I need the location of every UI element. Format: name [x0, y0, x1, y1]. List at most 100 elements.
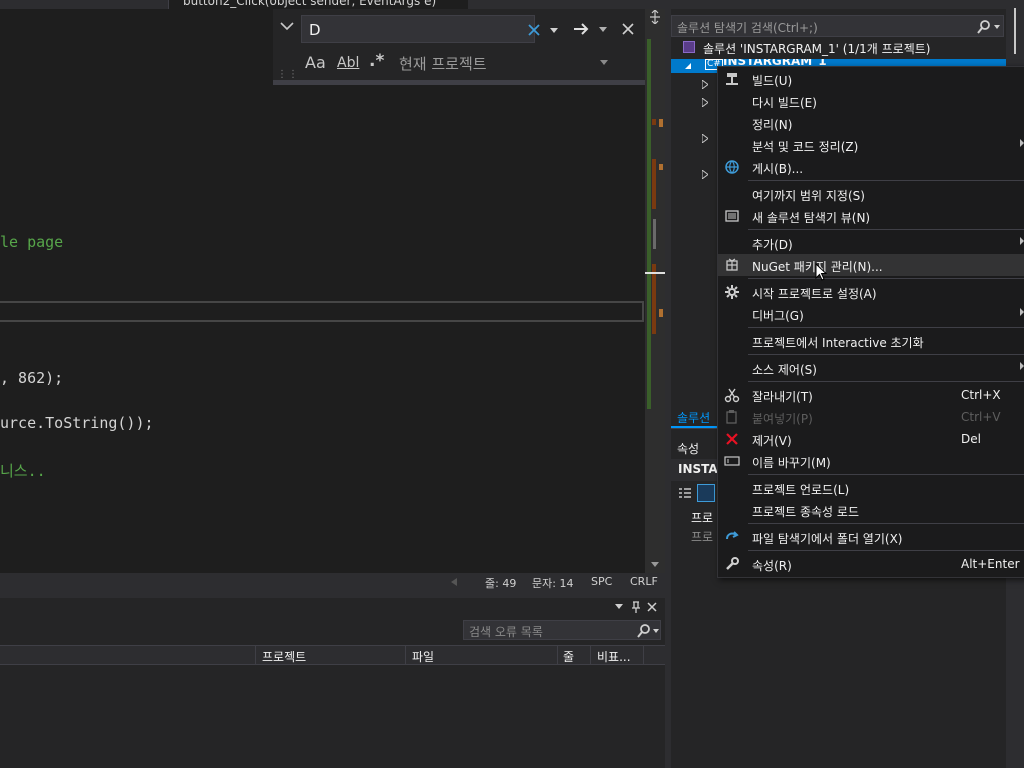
- menu-item-label: 다시 빌드(E): [752, 96, 817, 110]
- menu-item-rebuild[interactable]: 다시 빌드(E): [718, 90, 1024, 112]
- solution-explorer-tab[interactable]: 솔루션: [671, 406, 717, 428]
- collapsed-arrow-icon[interactable]: [702, 134, 708, 143]
- menu-item-shortcut: Ctrl+V: [961, 410, 1001, 424]
- close-panel-icon[interactable]: [647, 602, 657, 612]
- menu-item-init-interactive[interactable]: 프로젝트에서 Interactive 초기화: [718, 330, 1024, 352]
- pin-icon[interactable]: [631, 601, 641, 613]
- menu-separator: [748, 381, 1024, 382]
- menu-separator: [748, 523, 1024, 524]
- clear-search-icon[interactable]: [528, 24, 540, 36]
- whole-word-toggle[interactable]: Abl: [337, 55, 359, 71]
- menu-item-label: 이름 바꾸기(M): [752, 456, 831, 470]
- find-input[interactable]: D: [301, 15, 558, 43]
- menu-item-debug[interactable]: 디버그(G): [718, 303, 1024, 325]
- column-project[interactable]: 프로젝트: [262, 648, 306, 665]
- column-divider[interactable]: [405, 646, 406, 665]
- solution-search-input[interactable]: 솔루션 탐색기 검색(Ctrl+;): [671, 15, 1004, 37]
- whitespace-indicator[interactable]: SPC: [591, 575, 612, 588]
- find-next-icon[interactable]: [573, 22, 589, 36]
- solution-search-placeholder: 솔루션 탐색기 검색(Ctrl+;): [677, 21, 818, 35]
- find-query-text: D: [309, 21, 321, 39]
- paste-icon: [724, 409, 740, 425]
- menu-item-label: 프로젝트 언로드(L): [752, 483, 850, 497]
- editor-vertical-scrollbar[interactable]: [645, 9, 665, 575]
- menu-item-analyze[interactable]: 분석 및 코드 정리(Z): [718, 134, 1024, 156]
- chevron-down-icon[interactable]: [280, 21, 294, 31]
- project-context-menu: 빌드(U) 다시 빌드(E) 정리(N) 분석 및 코드 정리(Z) 게시(B)…: [717, 66, 1024, 578]
- menu-item-build[interactable]: 빌드(U): [718, 68, 1024, 90]
- expanded-arrow-icon[interactable]: [685, 63, 691, 69]
- column-divider[interactable]: [557, 646, 558, 665]
- menu-item-load-dependencies[interactable]: 프로젝트 종속성 로드: [718, 499, 1024, 521]
- error-list-panel: 검색 오류 목록 프로젝트 파일 줄 비표...: [0, 598, 665, 768]
- code-editor[interactable]: le page , 862); urce.ToString()); 니스..: [0, 9, 645, 575]
- dropdown-arrow-icon[interactable]: [550, 28, 558, 33]
- categorized-icon[interactable]: [678, 487, 692, 499]
- menu-item-remove[interactable]: 제거(V) Del: [718, 428, 1024, 450]
- document-tab[interactable]: button2_Click(object sender, EventArgs e…: [168, 0, 468, 9]
- collapsed-arrow-icon[interactable]: [702, 80, 708, 89]
- properties-object-select[interactable]: INSTA: [671, 459, 718, 481]
- menu-item-manage-nuget[interactable]: NuGet 패키지 관리(N)...: [718, 254, 1024, 276]
- regex-toggle[interactable]: .*: [369, 51, 384, 71]
- split-window-icon[interactable]: [649, 10, 661, 24]
- menu-item-scope-to-this[interactable]: 여기까지 범위 지정(S): [718, 183, 1024, 205]
- column-suppression[interactable]: 비표...: [597, 648, 631, 665]
- alphabetical-icon[interactable]: [697, 484, 715, 502]
- search-options-arrow-icon[interactable]: [653, 629, 659, 633]
- rename-icon: [724, 453, 740, 469]
- refresh-open-icon: [724, 529, 740, 545]
- menu-item-label: 추가(D): [752, 238, 793, 252]
- menu-item-set-startup[interactable]: 시작 프로젝트로 설정(A): [718, 281, 1024, 303]
- properties-title: 속성: [677, 442, 700, 456]
- collapsed-arrow-icon[interactable]: [702, 170, 708, 179]
- collapsed-arrow-icon[interactable]: [702, 98, 708, 107]
- match-case-toggle[interactable]: Aa: [305, 53, 326, 72]
- menu-separator: [748, 474, 1024, 475]
- vertical-tab-indicator[interactable]: [1014, 8, 1016, 54]
- menu-item-paste[interactable]: 붙여넣기(P) Ctrl+V: [718, 406, 1024, 428]
- search-icon[interactable]: [637, 624, 651, 638]
- column-line[interactable]: 줄: [563, 648, 574, 665]
- column-divider[interactable]: [255, 646, 256, 665]
- menu-item-label: 빌드(U): [752, 74, 793, 88]
- menu-item-source-control[interactable]: 소스 제어(S): [718, 357, 1024, 379]
- scope-dropdown-arrow-icon[interactable]: [600, 60, 608, 65]
- drag-grip-icon[interactable]: ⋮⋮: [277, 69, 299, 80]
- column-divider[interactable]: [643, 646, 644, 665]
- find-widget: D ⋮⋮ Aa Abl .* 현재 프로젝트: [273, 9, 645, 85]
- error-search-input[interactable]: 검색 오류 목록: [463, 620, 661, 640]
- search-scope-select[interactable]: 현재 프로젝트: [399, 53, 487, 74]
- line-ending-indicator[interactable]: CRLF: [630, 575, 658, 588]
- search-options-arrow-icon[interactable]: [994, 25, 1000, 29]
- menu-item-publish[interactable]: 게시(B)...: [718, 156, 1024, 178]
- menu-separator: [748, 180, 1024, 181]
- char-indicator: 문자: 14: [532, 577, 574, 590]
- error-list-body: [0, 666, 665, 768]
- column-divider[interactable]: [590, 646, 591, 665]
- menu-item-add[interactable]: 추가(D): [718, 232, 1024, 254]
- menu-item-unload-project[interactable]: 프로젝트 언로드(L): [718, 477, 1024, 499]
- menu-item-properties[interactable]: 속성(R) Alt+Enter: [718, 553, 1024, 575]
- search-icon[interactable]: [977, 20, 991, 34]
- menu-item-label: 디버그(G): [752, 309, 804, 323]
- menu-item-label: 게시(B)...: [752, 162, 804, 176]
- menu-item-open-in-explorer[interactable]: 파일 탐색기에서 폴더 열기(X): [718, 526, 1024, 548]
- menu-item-cut[interactable]: 잘라내기(T) Ctrl+X: [718, 384, 1024, 406]
- menu-item-label: 여기까지 범위 지정(S): [752, 189, 865, 203]
- menu-item-rename[interactable]: 이름 바꾸기(M): [718, 450, 1024, 472]
- menu-item-label: 정리(N): [752, 118, 793, 132]
- find-next-dropdown-icon[interactable]: [599, 27, 607, 32]
- scroll-left-icon[interactable]: [451, 578, 457, 586]
- column-file[interactable]: 파일: [412, 648, 434, 665]
- solution-node-label[interactable]: 솔루션 'INSTARGRAM_1' (1/1개 프로젝트): [703, 40, 930, 57]
- menu-item-clean[interactable]: 정리(N): [718, 112, 1024, 134]
- scissors-icon: [724, 387, 740, 403]
- menu-item-shortcut: Alt+Enter: [961, 557, 1020, 571]
- window-position-icon[interactable]: [615, 604, 623, 609]
- globe-icon: [724, 159, 740, 175]
- property-row-label: 프로: [691, 511, 714, 525]
- menu-item-label: 제거(V): [752, 434, 792, 448]
- menu-item-new-explorer-view[interactable]: 새 솔루션 탐색기 뷰(N): [718, 205, 1024, 227]
- close-icon[interactable]: [622, 23, 634, 35]
